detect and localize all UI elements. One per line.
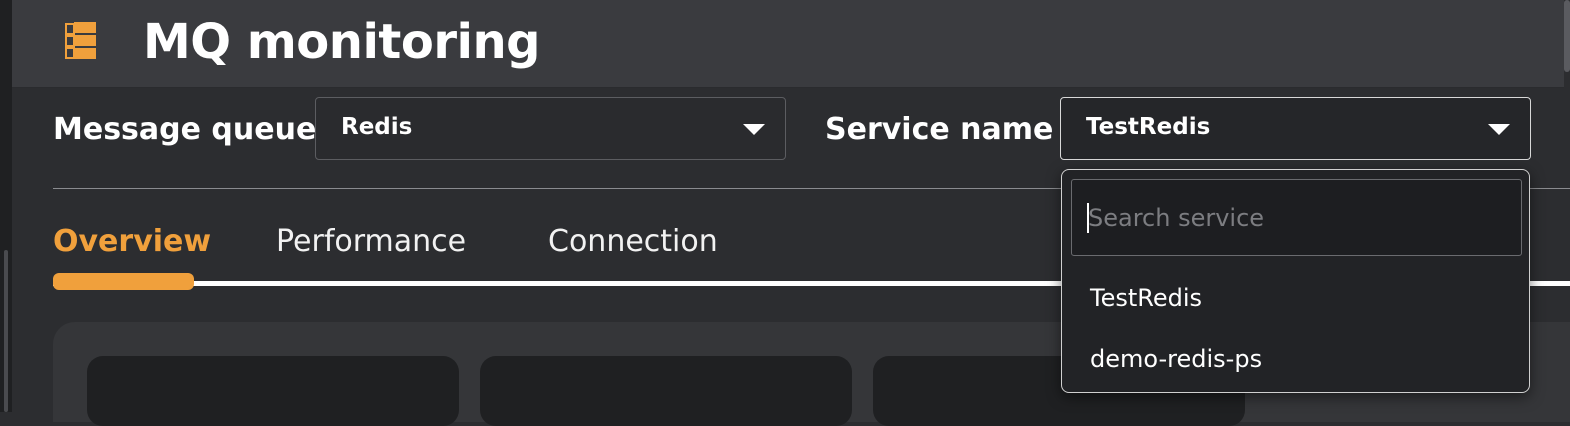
search-service-input[interactable] [1071, 179, 1522, 256]
tab-connection[interactable]: Connection [548, 222, 718, 262]
service-name-label: Service name : [825, 112, 1076, 147]
left-scrollbar[interactable] [4, 250, 8, 412]
tab-performance[interactable]: Performance [276, 222, 466, 262]
service-name-select[interactable]: TestRedis [1060, 97, 1531, 160]
chevron-down-icon [1488, 124, 1510, 135]
metric-card [87, 356, 459, 426]
queue-stack-icon [65, 22, 96, 59]
page-header: MQ monitoring [12, 0, 1564, 88]
tab-overview[interactable]: Overview [53, 222, 211, 262]
dropdown-option-testredis[interactable]: TestRedis [1090, 282, 1202, 314]
page-title: MQ monitoring [143, 14, 540, 70]
service-dropdown-menu: TestRedis demo-redis-ps [1061, 169, 1530, 393]
active-tab-indicator [53, 273, 194, 290]
message-queue-select[interactable]: Redis [315, 97, 786, 160]
chevron-down-icon [743, 124, 765, 135]
dropdown-option-demo-redis-ps[interactable]: demo-redis-ps [1090, 343, 1262, 375]
message-queue-label: Message queue : [53, 112, 339, 147]
text-cursor [1087, 203, 1089, 233]
metric-card [480, 356, 852, 426]
message-queue-value: Redis [341, 114, 413, 140]
right-scrollbar[interactable] [1564, 0, 1570, 72]
service-name-value: TestRedis [1086, 114, 1211, 140]
